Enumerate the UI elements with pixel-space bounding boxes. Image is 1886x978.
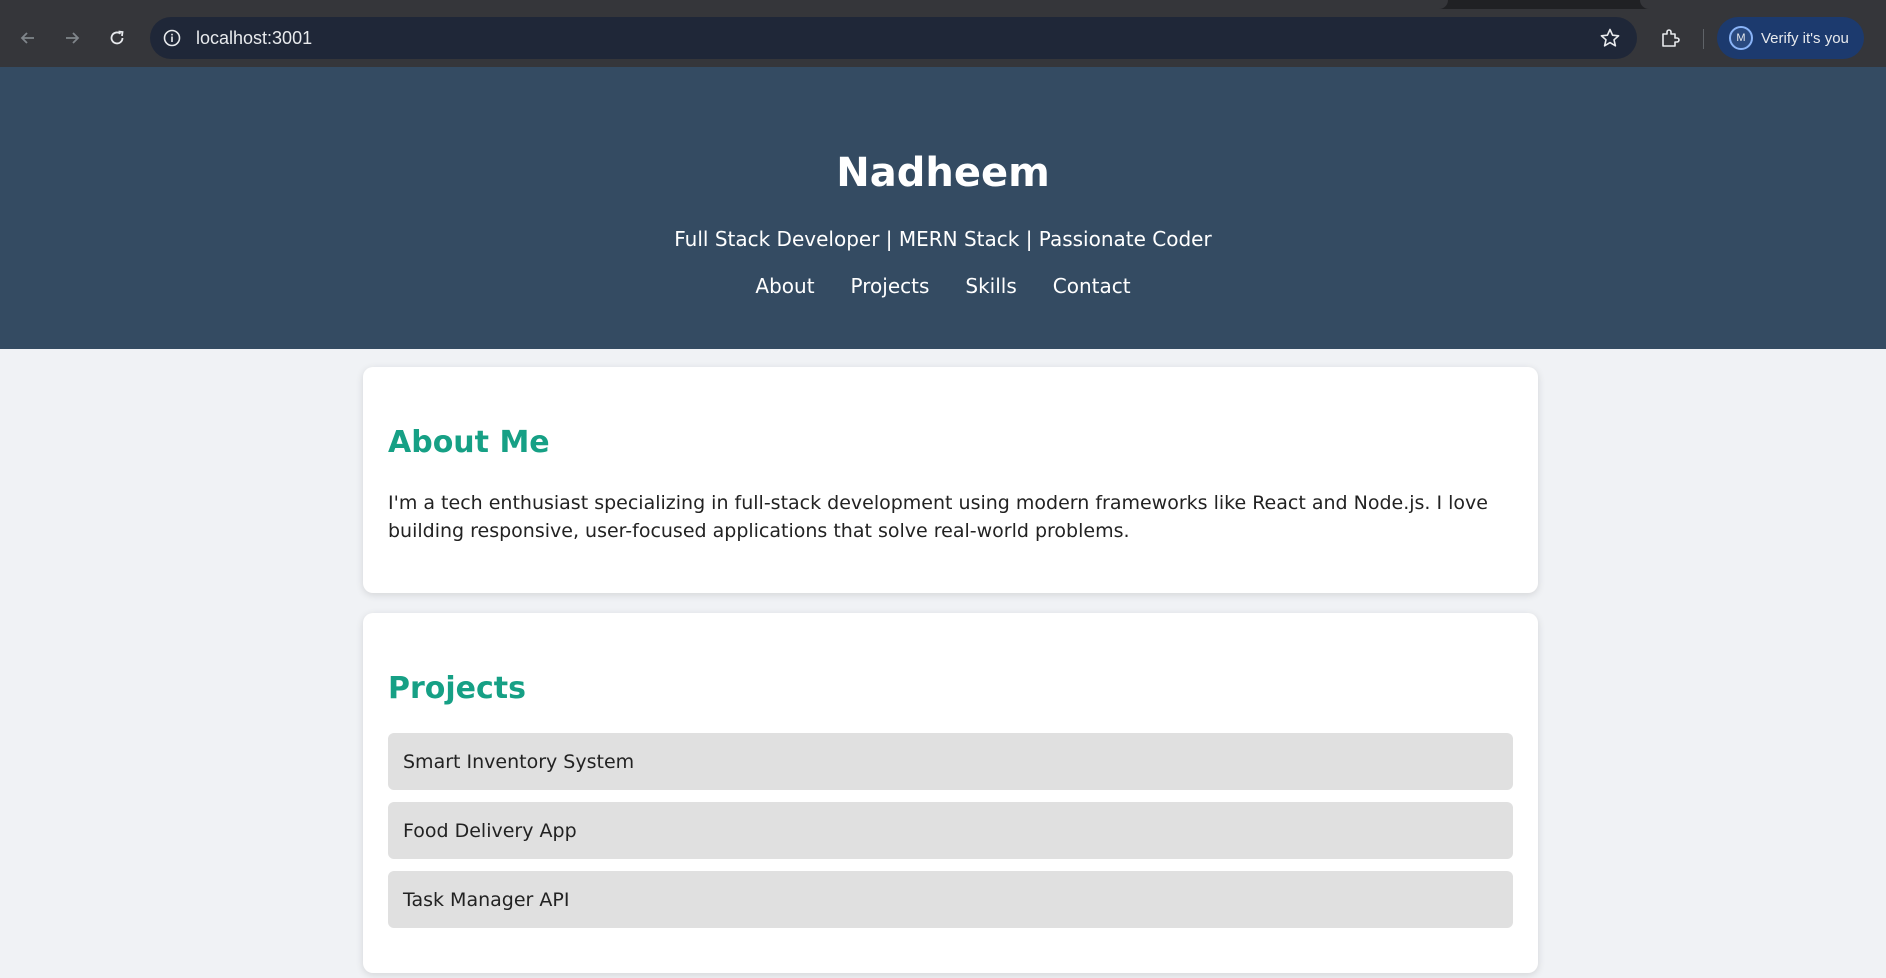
page-title: Nadheem [836, 150, 1050, 196]
avatar: M [1729, 26, 1753, 50]
verify-label: Verify it's you [1761, 29, 1849, 47]
back-icon[interactable] [15, 25, 41, 51]
reload-icon[interactable] [104, 25, 130, 51]
extensions-icon[interactable] [1658, 26, 1682, 50]
address-bar[interactable]: localhost:3001 [150, 17, 1637, 59]
site-nav: About Projects Skills Contact [0, 274, 1886, 298]
url-text[interactable]: localhost:3001 [196, 28, 312, 49]
toolbar-divider [1703, 29, 1704, 49]
about-text: I'm a tech enthusiast specializing in fu… [388, 492, 1488, 542]
star-icon[interactable] [1599, 27, 1621, 49]
site-header: Nadheem Full Stack Developer | MERN Stac… [0, 67, 1886, 349]
verify-profile-button[interactable]: M Verify it's you [1717, 17, 1864, 59]
project-item[interactable]: Food Delivery App [388, 802, 1513, 859]
browser-toolbar: localhost:3001 M Verify it's you [0, 9, 1886, 67]
project-item[interactable]: Smart Inventory System [388, 733, 1513, 790]
active-tab[interactable] [0, 0, 1448, 9]
project-list: Smart Inventory System Food Delivery App… [388, 733, 1513, 940]
info-icon[interactable] [162, 28, 182, 48]
project-item[interactable]: Task Manager API [388, 871, 1513, 928]
inactive-tab[interactable] [1640, 0, 1886, 9]
about-heading: About Me [388, 425, 550, 460]
nav-link-skills[interactable]: Skills [965, 274, 1016, 298]
forward-icon[interactable] [59, 25, 85, 51]
nav-link-about[interactable]: About [755, 274, 814, 298]
page-subtitle: Full Stack Developer | MERN Stack | Pass… [674, 227, 1212, 251]
nav-link-projects[interactable]: Projects [851, 274, 930, 298]
nav-link-contact[interactable]: Contact [1053, 274, 1131, 298]
projects-heading: Projects [388, 671, 527, 706]
projects-section: Projects Smart Inventory System Food Del… [363, 613, 1538, 973]
about-section: About Me I'm a tech enthusiast specializ… [363, 367, 1538, 593]
